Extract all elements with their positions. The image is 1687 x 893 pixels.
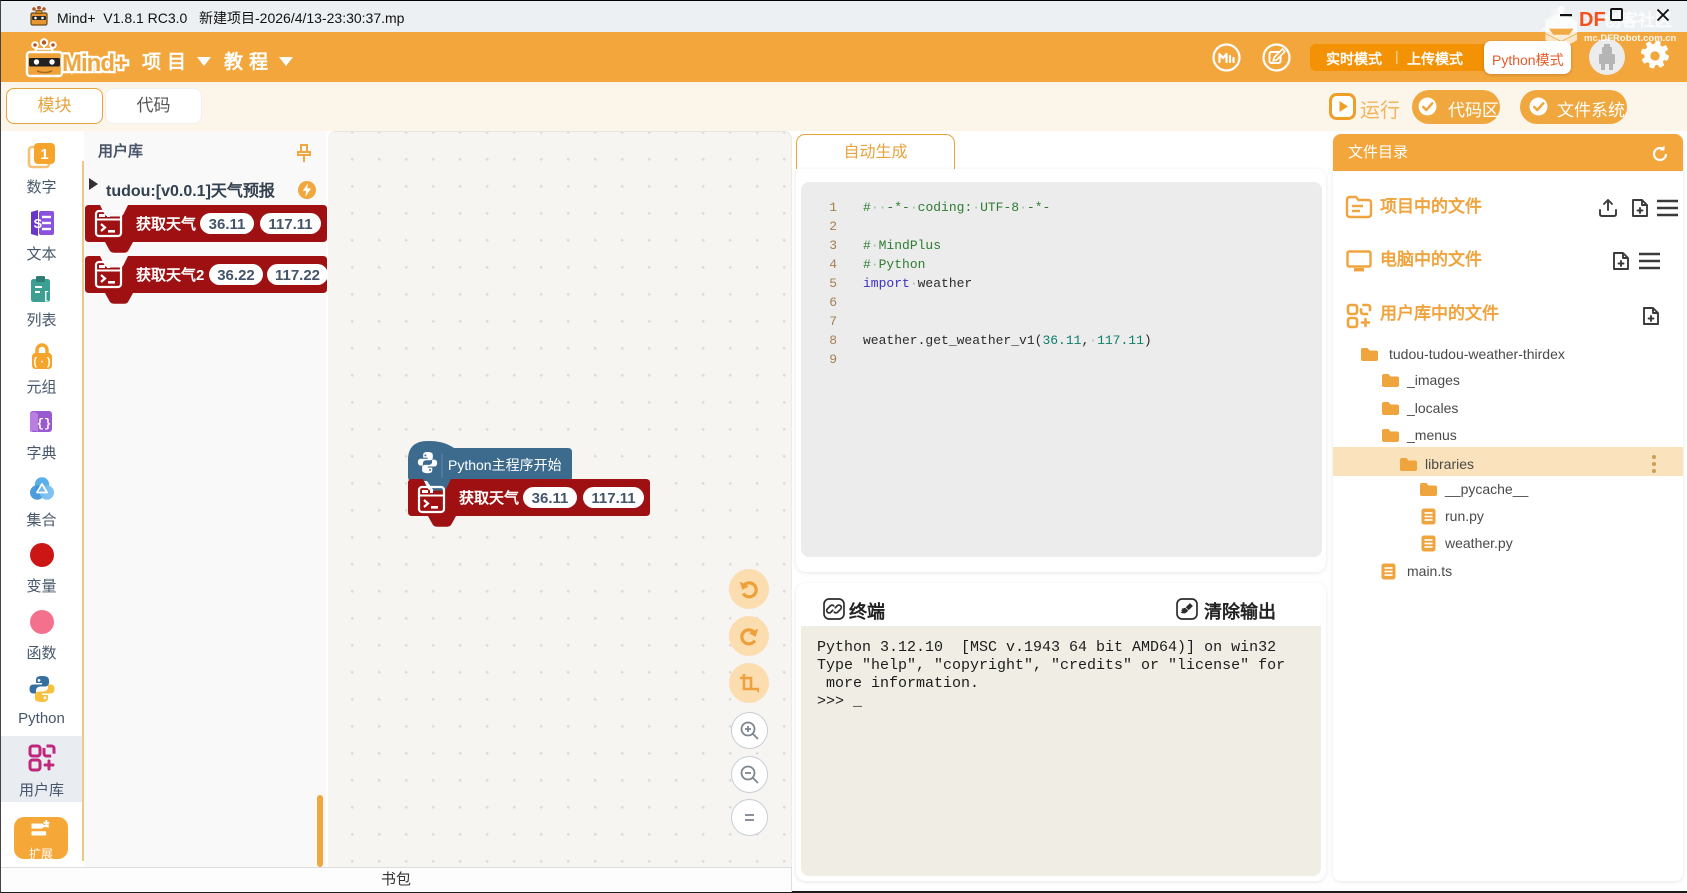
svg-text:117.22: 117.22 [275,267,320,284]
svg-text:获取天气2: 获取天气2 [136,266,204,284]
svg-text:[]: [] [43,291,56,303]
svg-text:(·): (·) [32,357,52,369]
svg-text:117.11: 117.11 [591,490,635,507]
svg-text:获取天气: 获取天气 [136,215,196,233]
svg-text:{}: {} [36,417,50,431]
svg-text:Mind+: Mind+ [62,50,128,77]
svg-text:S: S [33,216,42,231]
svg-text:36.22: 36.22 [217,267,255,284]
svg-text:获取天气: 获取天气 [459,489,519,507]
svg-text:Python主程序开始: Python主程序开始 [448,457,562,473]
svg-text:117.11: 117.11 [268,216,312,233]
svg-text:36.11: 36.11 [532,490,569,507]
svg-text:1: 1 [40,146,48,163]
svg-text:36.11: 36.11 [209,216,246,233]
